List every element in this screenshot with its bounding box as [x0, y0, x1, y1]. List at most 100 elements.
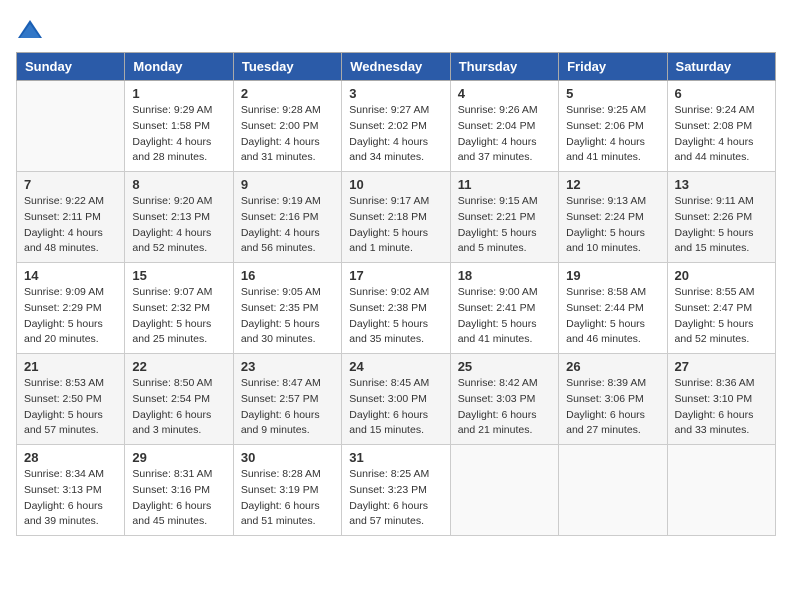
day-info: Sunrise: 9:27 AMSunset: 2:02 PMDaylight:…: [349, 103, 442, 166]
day-cell: 29Sunrise: 8:31 AMSunset: 3:16 PMDayligh…: [125, 445, 233, 536]
day-cell: 21Sunrise: 8:53 AMSunset: 2:50 PMDayligh…: [17, 354, 125, 445]
day-cell: 15 Sunrise: 9:07 AMSunset: 2:32 PMDayligh…: [125, 263, 233, 354]
day-cell: [17, 81, 125, 172]
day-number: 29: [132, 450, 225, 465]
day-cell: 25 Sunrise: 8:42 AMSunset: 3:03 PMDayligh…: [450, 354, 558, 445]
day-cell: 27 Sunrise: 8:36 AMSunset: 3:10 PMDayligh…: [667, 354, 775, 445]
day-number: 26: [566, 359, 659, 374]
day-info: Sunrise: 9:26 AMSunset: 2:04 PMDaylight:…: [458, 103, 551, 166]
day-info: Sunrise: 9:09 AMSunset: 2:29 PMDaylight:…: [24, 285, 117, 348]
day-info: Sunrise: 8:34 AMSunset: 3:13 PMDaylight:…: [24, 467, 117, 530]
day-info: Sunrise: 9:20 AMSunset: 2:13 PMDaylight:…: [132, 194, 225, 257]
day-info: Sunrise: 9:15 AMSunset: 2:21 PMDaylight:…: [458, 194, 551, 257]
page-header: [16, 16, 776, 44]
header-cell-saturday: Saturday: [667, 53, 775, 81]
header-cell-monday: Monday: [125, 53, 233, 81]
day-number: 31: [349, 450, 442, 465]
day-info: Sunrise: 8:47 AMSunset: 2:57 PMDaylight:…: [241, 376, 334, 439]
day-cell: 12 Sunrise: 9:13 AMSunset: 2:24 PMDayligh…: [559, 172, 667, 263]
day-info: Sunrise: 9:22 AMSunset: 2:11 PMDaylight:…: [24, 194, 117, 257]
day-info: Sunrise: 9:00 AMSunset: 2:41 PMDaylight:…: [458, 285, 551, 348]
day-cell: 31 Sunrise: 8:25 AMSunset: 3:23 PMDayligh…: [342, 445, 450, 536]
day-number: 11: [458, 177, 551, 192]
day-number: 28: [24, 450, 117, 465]
day-info: Sunrise: 8:36 AMSunset: 3:10 PMDaylight:…: [675, 376, 768, 439]
day-info: Sunrise: 9:13 AMSunset: 2:24 PMDaylight:…: [566, 194, 659, 257]
day-number: 3: [349, 86, 442, 101]
day-cell: 2Sunrise: 9:28 AMSunset: 2:00 PMDaylight…: [233, 81, 341, 172]
week-row-2: 7Sunrise: 9:22 AMSunset: 2:11 PMDaylight…: [17, 172, 776, 263]
day-info: Sunrise: 8:42 AMSunset: 3:03 PMDaylight:…: [458, 376, 551, 439]
day-cell: 16Sunrise: 9:05 AMSunset: 2:35 PMDayligh…: [233, 263, 341, 354]
header-cell-friday: Friday: [559, 53, 667, 81]
day-cell: 13 Sunrise: 9:11 AMSunset: 2:26 PMDayligh…: [667, 172, 775, 263]
day-number: 5: [566, 86, 659, 101]
day-number: 22: [132, 359, 225, 374]
day-number: 27: [675, 359, 768, 374]
day-cell: 11 Sunrise: 9:15 AMSunset: 2:21 PMDayligh…: [450, 172, 558, 263]
day-number: 15: [132, 268, 225, 283]
day-number: 16: [241, 268, 334, 283]
day-cell: 8 Sunrise: 9:20 AMSunset: 2:13 PMDaylight…: [125, 172, 233, 263]
day-number: 6: [675, 86, 768, 101]
day-info: Sunrise: 9:29 AMSunset: 1:58 PMDaylight:…: [132, 103, 225, 166]
day-cell: 7Sunrise: 9:22 AMSunset: 2:11 PMDaylight…: [17, 172, 125, 263]
day-number: 10: [349, 177, 442, 192]
header-cell-sunday: Sunday: [17, 53, 125, 81]
day-cell: 23 Sunrise: 8:47 AMSunset: 2:57 PMDayligh…: [233, 354, 341, 445]
day-number: 12: [566, 177, 659, 192]
day-info: Sunrise: 9:02 AMSunset: 2:38 PMDaylight:…: [349, 285, 442, 348]
day-cell: 3 Sunrise: 9:27 AMSunset: 2:02 PMDaylight…: [342, 81, 450, 172]
day-info: Sunrise: 9:24 AMSunset: 2:08 PMDaylight:…: [675, 103, 768, 166]
day-cell: 28 Sunrise: 8:34 AMSunset: 3:13 PMDayligh…: [17, 445, 125, 536]
week-row-1: 1 Sunrise: 9:29 AMSunset: 1:58 PMDaylight…: [17, 81, 776, 172]
logo-icon: [16, 16, 44, 44]
week-row-4: 21Sunrise: 8:53 AMSunset: 2:50 PMDayligh…: [17, 354, 776, 445]
header-cell-wednesday: Wednesday: [342, 53, 450, 81]
day-number: 17: [349, 268, 442, 283]
day-cell: 26 Sunrise: 8:39 AMSunset: 3:06 PMDayligh…: [559, 354, 667, 445]
header-cell-tuesday: Tuesday: [233, 53, 341, 81]
day-cell: 24 Sunrise: 8:45 AMSunset: 3:00 PMDayligh…: [342, 354, 450, 445]
day-number: 4: [458, 86, 551, 101]
logo: [16, 16, 48, 44]
day-cell: 20Sunrise: 8:55 AMSunset: 2:47 PMDayligh…: [667, 263, 775, 354]
day-info: Sunrise: 8:45 AMSunset: 3:00 PMDaylight:…: [349, 376, 442, 439]
day-info: Sunrise: 9:19 AMSunset: 2:16 PMDaylight:…: [241, 194, 334, 257]
day-cell: 1 Sunrise: 9:29 AMSunset: 1:58 PMDaylight…: [125, 81, 233, 172]
day-number: 8: [132, 177, 225, 192]
day-info: Sunrise: 9:25 AMSunset: 2:06 PMDaylight:…: [566, 103, 659, 166]
day-number: 9: [241, 177, 334, 192]
day-number: 2: [241, 86, 334, 101]
day-number: 25: [458, 359, 551, 374]
day-info: Sunrise: 9:11 AMSunset: 2:26 PMDaylight:…: [675, 194, 768, 257]
week-row-3: 14 Sunrise: 9:09 AMSunset: 2:29 PMDayligh…: [17, 263, 776, 354]
day-info: Sunrise: 9:17 AMSunset: 2:18 PMDaylight:…: [349, 194, 442, 257]
day-cell: 9 Sunrise: 9:19 AMSunset: 2:16 PMDaylight…: [233, 172, 341, 263]
day-info: Sunrise: 8:55 AMSunset: 2:47 PMDaylight:…: [675, 285, 768, 348]
day-cell: 17 Sunrise: 9:02 AMSunset: 2:38 PMDayligh…: [342, 263, 450, 354]
day-cell: [559, 445, 667, 536]
day-info: Sunrise: 8:28 AMSunset: 3:19 PMDaylight:…: [241, 467, 334, 530]
calendar-header: SundayMondayTuesdayWednesdayThursdayFrid…: [17, 53, 776, 81]
day-number: 1: [132, 86, 225, 101]
calendar-body: 1 Sunrise: 9:29 AMSunset: 1:58 PMDaylight…: [17, 81, 776, 536]
day-number: 21: [24, 359, 117, 374]
day-info: Sunrise: 8:39 AMSunset: 3:06 PMDaylight:…: [566, 376, 659, 439]
day-cell: 4 Sunrise: 9:26 AMSunset: 2:04 PMDaylight…: [450, 81, 558, 172]
day-cell: 10 Sunrise: 9:17 AMSunset: 2:18 PMDayligh…: [342, 172, 450, 263]
day-cell: 30Sunrise: 8:28 AMSunset: 3:19 PMDayligh…: [233, 445, 341, 536]
header-cell-thursday: Thursday: [450, 53, 558, 81]
day-cell: 5 Sunrise: 9:25 AMSunset: 2:06 PMDaylight…: [559, 81, 667, 172]
day-number: 14: [24, 268, 117, 283]
day-info: Sunrise: 8:50 AMSunset: 2:54 PMDaylight:…: [132, 376, 225, 439]
day-cell: 6 Sunrise: 9:24 AMSunset: 2:08 PMDaylight…: [667, 81, 775, 172]
day-number: 24: [349, 359, 442, 374]
day-number: 23: [241, 359, 334, 374]
day-cell: 19Sunrise: 8:58 AMSunset: 2:44 PMDayligh…: [559, 263, 667, 354]
day-number: 13: [675, 177, 768, 192]
day-info: Sunrise: 8:25 AMSunset: 3:23 PMDaylight:…: [349, 467, 442, 530]
day-number: 19: [566, 268, 659, 283]
day-info: Sunrise: 9:07 AMSunset: 2:32 PMDaylight:…: [132, 285, 225, 348]
day-cell: 22 Sunrise: 8:50 AMSunset: 2:54 PMDayligh…: [125, 354, 233, 445]
